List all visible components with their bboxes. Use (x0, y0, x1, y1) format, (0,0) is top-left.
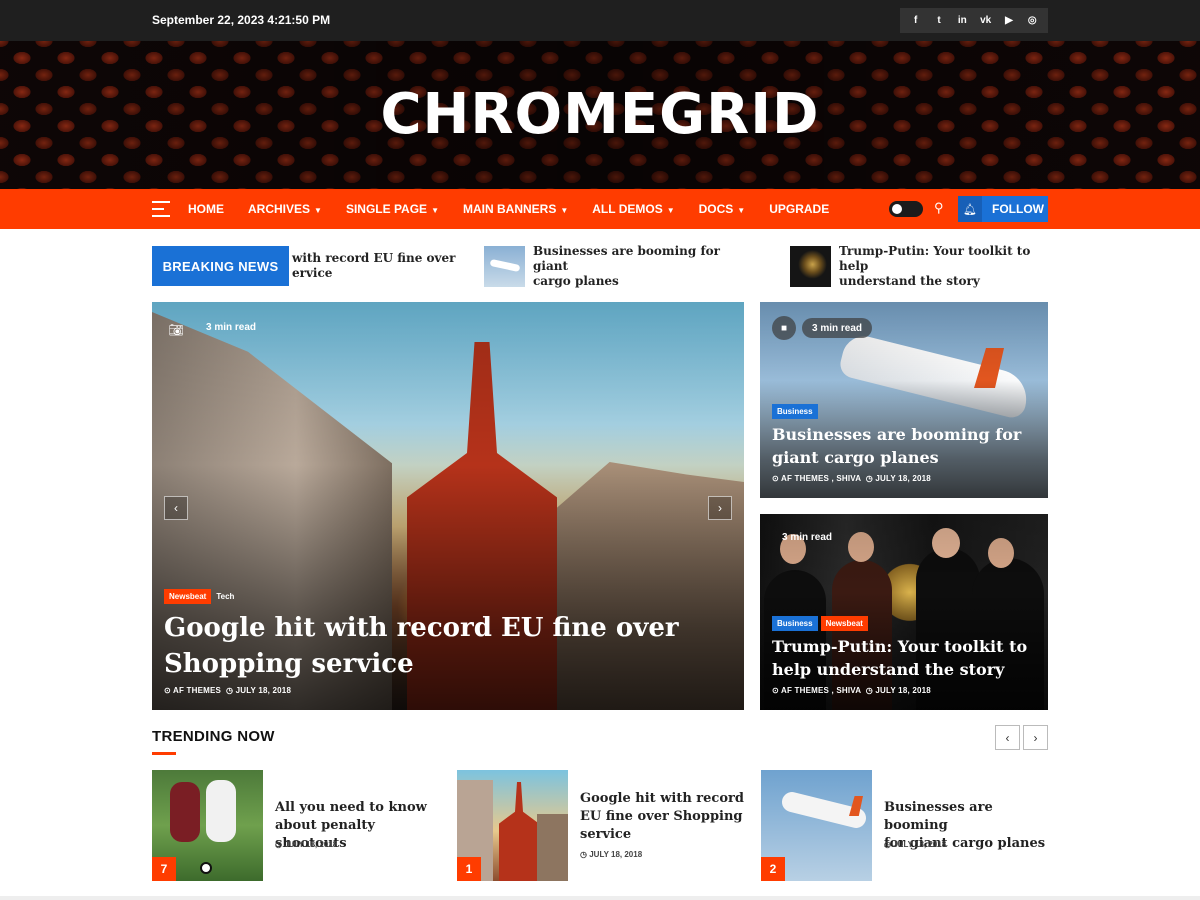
instagram-icon[interactable]: ◎ (1024, 13, 1040, 29)
site-title[interactable]: CHROMEGRID (0, 82, 1200, 147)
main-featured-post[interactable]: 📷︎ 3 min read ‹ › Newsbeat Tech Google hi… (152, 302, 744, 710)
search-icon[interactable]: ⚲ (934, 200, 944, 216)
top-bar: September 22, 2023 4:21:50 PM f t in vk … (0, 0, 1200, 41)
clock-icon: ◷ (580, 850, 587, 859)
chevron-down-icon: ▼ (431, 206, 439, 215)
category-tag[interactable]: Business (772, 404, 818, 419)
thumbnail-image (790, 245, 831, 287)
read-time: 3 min read (812, 322, 863, 334)
clock-icon: ◷ (225, 686, 234, 695)
author-icon: ⊙ (772, 474, 779, 483)
breaking-news-item[interactable]: with record EU fine over ervice (292, 246, 462, 286)
nav-item-upgrade[interactable]: UPGRADE (769, 202, 829, 216)
facebook-icon[interactable]: f (908, 13, 924, 29)
side-featured-post[interactable]: 3 min read Business Newsbeat Trump-Putin:… (760, 514, 1048, 710)
author-icon: ⊙ (772, 686, 779, 695)
video-icon: ■ (772, 316, 796, 340)
trending-rank: 1 (457, 857, 481, 881)
trending-rank: 2 (761, 857, 785, 881)
clock-icon: ◷ (865, 474, 873, 483)
nav-item-docs[interactable]: DOCS ▼ (699, 202, 746, 216)
trending-title: Google hit with record EU fine over Shop… (580, 791, 744, 842)
clock-icon: ◷ (865, 686, 873, 695)
author-icon: ⊙ (164, 686, 171, 695)
trending-heading: TRENDING NOW (152, 728, 275, 745)
breaking-news-item[interactable]: Trump-Putin: Your toolkit to help underst… (790, 244, 1048, 288)
post-date: JULY 18, 2018 (235, 686, 292, 695)
vk-icon[interactable]: vk (978, 13, 994, 29)
post-author[interactable]: AF THEMES (173, 686, 221, 695)
heading-underline (152, 752, 176, 755)
clock-icon: ◷ (884, 840, 891, 849)
hamburger-menu-icon[interactable] (152, 201, 170, 217)
post-meta: ⊙ AF THEMES , SHIVA ◷ JULY 18, 2018 (772, 474, 931, 483)
nav-item-all-demos[interactable]: ALL DEMOS ▼ (592, 202, 674, 216)
post-meta: ⊙ AF THEMES ◷ JULY 18, 2018 (164, 686, 291, 695)
slider-prev-button[interactable]: ‹ (164, 496, 188, 520)
linkedin-icon[interactable]: in (954, 13, 970, 29)
current-datetime: September 22, 2023 4:21:50 PM (152, 13, 331, 27)
clock-icon: ◷ (275, 840, 282, 849)
chevron-down-icon: ▼ (666, 206, 675, 215)
trending-item[interactable]: 2 Businesses are booming for giant cargo… (761, 770, 1048, 881)
camera-icon: 📷︎ (168, 323, 184, 337)
post-title: Businesses are booming for giant cargo p… (772, 425, 1022, 467)
dark-mode-toggle[interactable] (889, 201, 923, 217)
category-tag[interactable]: Business (772, 616, 818, 631)
post-date: ◷ JULY 18, 2018 (580, 850, 643, 859)
post-title: Trump-Putin: Your toolkit to help unders… (772, 637, 1028, 679)
trending-item[interactable]: 7 All you need to know about penalty sho… (152, 770, 452, 881)
trending-prev-button[interactable]: ‹ (995, 725, 1020, 750)
post-date: ◷ JULY 18, 2018 (884, 840, 947, 849)
chevron-down-icon: ▼ (314, 206, 322, 215)
category-tag[interactable]: Tech (214, 589, 239, 604)
post-date: ◷ JULY 18, 2018 (275, 840, 338, 849)
breaking-news-label: BREAKING NEWS (152, 246, 289, 286)
trending-next-button[interactable]: › (1023, 725, 1048, 750)
nav-item-single-page[interactable]: SINGLE PAGE ▼ (346, 202, 439, 216)
thumbnail-image (484, 245, 525, 287)
breaking-news-item[interactable]: Businesses are booming for giant cargo pl… (484, 244, 744, 288)
read-time: 3 min read (206, 322, 257, 333)
post-title: Google hit with record EU fine over Shop… (164, 613, 679, 679)
nav-item-archives[interactable]: ARCHIVES ▼ (248, 202, 322, 216)
trending-rank: 7 (152, 857, 176, 881)
twitter-icon[interactable]: t (931, 13, 947, 29)
follow-button[interactable]: 🔔︎ FOLLOW (958, 196, 1048, 222)
read-time: 3 min read (782, 532, 833, 543)
category-tag[interactable]: Newsbeat (820, 616, 868, 631)
youtube-icon[interactable]: ▶ (1001, 13, 1017, 29)
post-meta: ⊙ AF THEMES , SHIVA ◷ JULY 18, 2018 (772, 686, 931, 695)
side-featured-post[interactable]: ■ 3 min read Business Businesses are boo… (760, 302, 1048, 498)
nav-item-home[interactable]: HOME (188, 202, 224, 216)
page-bottom-divider (0, 896, 1200, 900)
social-links: f t in vk ▶ ◎ (900, 8, 1048, 33)
chevron-down-icon: ▼ (560, 206, 569, 215)
trending-item[interactable]: 1 Google hit with record EU fine over Sh… (457, 770, 757, 881)
nav-menu: HOME ARCHIVES ▼ SINGLE PAGE ▼ MAIN BANNERS… (188, 189, 853, 229)
chevron-down-icon: ▼ (737, 206, 746, 215)
nav-item-main-banners[interactable]: MAIN BANNERS ▼ (463, 202, 568, 216)
bell-icon: 🔔︎ (958, 196, 982, 222)
category-tag[interactable]: Newsbeat (164, 589, 212, 604)
slider-next-button[interactable]: › (708, 496, 732, 520)
